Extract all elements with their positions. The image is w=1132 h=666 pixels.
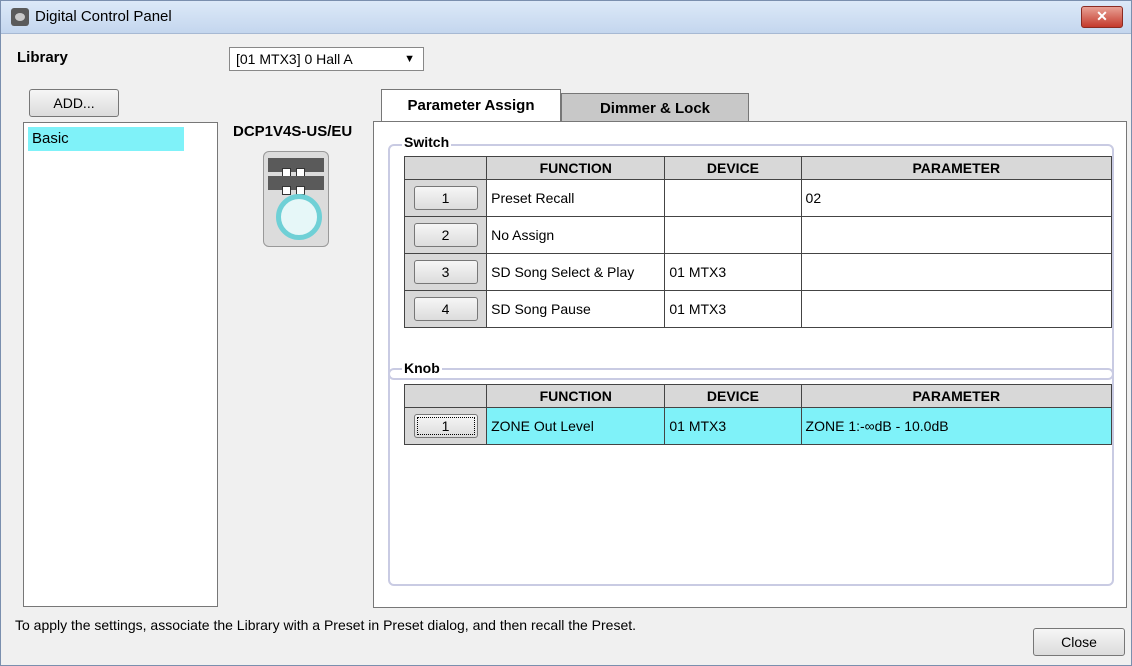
- library-list-item[interactable]: Basic: [28, 127, 184, 151]
- library-list[interactable]: Basic: [23, 122, 218, 607]
- tab-parameter-assign[interactable]: Parameter Assign: [381, 89, 561, 123]
- window-title: Digital Control Panel: [35, 8, 172, 25]
- knob-1-button[interactable]: 1: [413, 414, 478, 438]
- add-button[interactable]: ADD...: [29, 89, 119, 117]
- device-cell[interactable]: 01 MTX3: [664, 407, 802, 445]
- function-cell[interactable]: ZONE Out Level: [486, 407, 666, 445]
- function-cell[interactable]: SD Song Select & Play: [486, 253, 666, 291]
- header-parameter: PARAMETER: [800, 156, 1113, 180]
- knob-dial-icon: [276, 194, 322, 240]
- footer-note: To apply the settings, associate the Lib…: [15, 617, 637, 633]
- header-function: FUNCTION: [486, 156, 666, 180]
- switch-4-button[interactable]: 4: [413, 297, 478, 321]
- table-row[interactable]: 3 SD Song Select & Play 01 MTX3: [403, 253, 1113, 291]
- switch-table: FUNCTION DEVICE PARAMETER 1 Preset Recal…: [403, 156, 1113, 328]
- device-cell[interactable]: [664, 216, 802, 254]
- header-parameter: PARAMETER: [800, 384, 1113, 408]
- close-button[interactable]: Close: [1033, 628, 1125, 656]
- switch-2-button[interactable]: 2: [413, 223, 478, 247]
- table-row[interactable]: 1 Preset Recall 02: [403, 179, 1113, 217]
- switch-group-title: Switch: [402, 134, 452, 150]
- device-cell[interactable]: [664, 179, 802, 217]
- switch-table-header: FUNCTION DEVICE PARAMETER: [403, 156, 1113, 180]
- tab-panel: Switch FUNCTION DEVICE PARAMETER 1 Prese…: [373, 121, 1127, 608]
- title-bar[interactable]: Digital Control Panel ✕: [1, 1, 1131, 34]
- dcp-device-icon: [263, 151, 329, 247]
- parameter-cell[interactable]: ZONE 1:-∞dB - 10.0dB: [800, 407, 1113, 445]
- app-icon: [11, 8, 29, 26]
- library-dropdown[interactable]: [01 MTX3] 0 Hall A ▼: [229, 47, 424, 71]
- library-label: Library: [17, 49, 68, 66]
- model-label: DCP1V4S-US/EU: [233, 123, 353, 140]
- header-function: FUNCTION: [486, 384, 666, 408]
- header-num: [403, 384, 488, 408]
- parameter-cell[interactable]: [800, 290, 1113, 328]
- table-row[interactable]: 1 ZONE Out Level 01 MTX3 ZONE 1:-∞dB - 1…: [403, 407, 1113, 445]
- table-row[interactable]: 4 SD Song Pause 01 MTX3: [403, 290, 1113, 328]
- knob-table-header: FUNCTION DEVICE PARAMETER: [403, 384, 1113, 408]
- switch-1-button[interactable]: 1: [413, 186, 478, 210]
- dropdown-arrow-icon: ▼: [404, 53, 415, 65]
- header-device: DEVICE: [664, 156, 802, 180]
- header-device: DEVICE: [664, 384, 802, 408]
- device-cell[interactable]: 01 MTX3: [664, 290, 802, 328]
- library-dropdown-value: [01 MTX3] 0 Hall A: [236, 51, 353, 67]
- header-num: [403, 156, 488, 180]
- window-close-button[interactable]: ✕: [1081, 6, 1123, 28]
- dialog-window: Digital Control Panel ✕ Library [01 MTX3…: [0, 0, 1132, 666]
- switch-3-button[interactable]: 3: [413, 260, 478, 284]
- knob-group-title: Knob: [402, 360, 442, 376]
- knob-table: FUNCTION DEVICE PARAMETER 1 ZONE Out Lev…: [403, 384, 1113, 445]
- parameter-cell[interactable]: 02: [800, 179, 1113, 217]
- function-cell[interactable]: No Assign: [486, 216, 666, 254]
- table-row[interactable]: 2 No Assign: [403, 216, 1113, 254]
- device-cell[interactable]: 01 MTX3: [664, 253, 802, 291]
- function-cell[interactable]: SD Song Pause: [486, 290, 666, 328]
- parameter-cell[interactable]: [800, 253, 1113, 291]
- function-cell[interactable]: Preset Recall: [486, 179, 666, 217]
- parameter-cell[interactable]: [800, 216, 1113, 254]
